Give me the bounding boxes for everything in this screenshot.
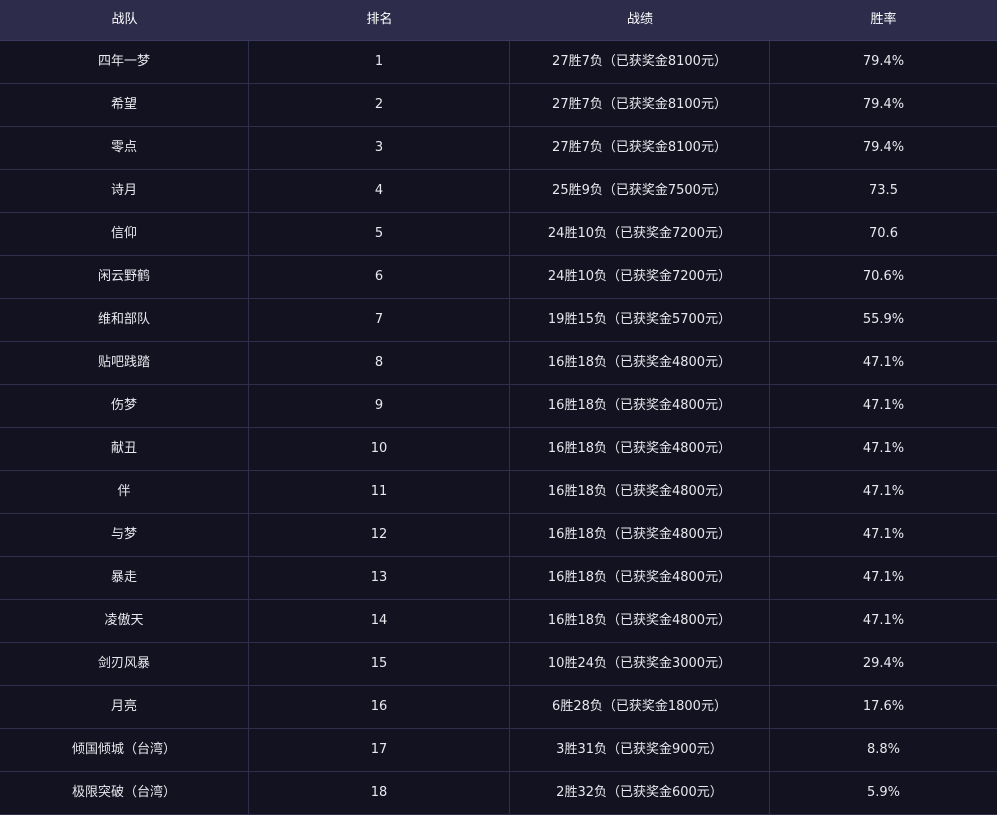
- rank-cell: 16: [249, 686, 510, 728]
- record-cell: 16胜18负（已获奖金4800元）: [510, 557, 770, 599]
- record-cell: 16胜18负（已获奖金4800元）: [510, 342, 770, 384]
- team-cell: 剑刃风暴: [0, 643, 249, 685]
- win-rate-cell: 17.6%: [862, 699, 905, 714]
- rank-cell: 15: [249, 643, 510, 685]
- team-cell: 倾国倾城（台湾）: [0, 729, 249, 771]
- table-row: 希望 2 27胜7负（已获奖金8100元） 79.4%: [0, 84, 997, 127]
- table-header-row: 战队 排名 战绩 胜率: [0, 0, 997, 41]
- team-cell: 诗月: [0, 170, 249, 212]
- record-cell: 16胜18负（已获奖金4800元）: [510, 385, 770, 427]
- record-cell: 27胜7负（已获奖金8100元）: [510, 41, 770, 83]
- win-rate-cell: 29.4%: [862, 656, 905, 671]
- rank-cell: 1: [249, 41, 510, 83]
- win-rate-cell: 47.1%: [862, 398, 905, 413]
- table-row: 贴吧践踏 8 16胜18负（已获奖金4800元） 47.1%: [0, 342, 997, 385]
- table-row: 伴 11 16胜18负（已获奖金4800元） 47.1%: [0, 471, 997, 514]
- win-rate-cell: 47.1%: [862, 355, 905, 370]
- table-row: 维和部队 7 19胜15负（已获奖金5700元） 55.9%: [0, 299, 997, 342]
- table-row: 暴走 13 16胜18负（已获奖金4800元） 47.1%: [0, 557, 997, 600]
- team-cell: 四年一梦: [0, 41, 249, 83]
- rank-cell: 2: [249, 84, 510, 126]
- rank-cell: 3: [249, 127, 510, 169]
- rank-cell: 11: [249, 471, 510, 513]
- team-cell: 伴: [0, 471, 249, 513]
- record-cell: 25胜9负（已获奖金7500元）: [510, 170, 770, 212]
- team-cell: 暴走: [0, 557, 249, 599]
- table-row: 月亮 16 6胜28负（已获奖金1800元） 17.6%: [0, 686, 997, 729]
- team-cell: 献丑: [0, 428, 249, 470]
- record-cell: 24胜10负（已获奖金7200元）: [510, 256, 770, 298]
- record-cell: 16胜18负（已获奖金4800元）: [510, 428, 770, 470]
- rank-cell: 10: [249, 428, 510, 470]
- rank-cell: 6: [249, 256, 510, 298]
- column-header-win-rate[interactable]: 胜率: [770, 0, 997, 40]
- table-row: 信仰 5 24胜10负（已获奖金7200元） 70.6: [0, 213, 997, 256]
- win-rate-cell: 55.9%: [862, 312, 905, 327]
- team-cell: 与梦: [0, 514, 249, 556]
- rank-cell: 9: [249, 385, 510, 427]
- table-row: 闲云野鹤 6 24胜10负（已获奖金7200元） 70.6%: [0, 256, 997, 299]
- column-header-record[interactable]: 战绩: [510, 0, 770, 40]
- table-row: 极限突破（台湾） 18 2胜32负（已获奖金600元） 5.9%: [0, 772, 997, 815]
- table-row: 诗月 4 25胜9负（已获奖金7500元） 73.5: [0, 170, 997, 213]
- table-row: 凌傲天 14 16胜18负（已获奖金4800元） 47.1%: [0, 600, 997, 643]
- record-cell: 6胜28负（已获奖金1800元）: [510, 686, 770, 728]
- win-rate-cell: 8.8%: [866, 742, 901, 757]
- rank-cell: 13: [249, 557, 510, 599]
- team-cell: 闲云野鹤: [0, 256, 249, 298]
- win-rate-cell: 47.1%: [862, 441, 905, 456]
- record-cell: 24胜10负（已获奖金7200元）: [510, 213, 770, 255]
- rank-cell: 14: [249, 600, 510, 642]
- standings-table: 战队 排名 战绩 胜率 四年一梦 1 27胜7负（已获奖金8100元） 79.4% 希望…: [0, 0, 997, 815]
- win-rate-cell: 47.1%: [862, 527, 905, 542]
- win-rate-cell: 47.1%: [862, 570, 905, 585]
- team-cell: 伤梦: [0, 385, 249, 427]
- rank-cell: 12: [249, 514, 510, 556]
- team-cell: 月亮: [0, 686, 249, 728]
- team-cell: 希望: [0, 84, 249, 126]
- table-row: 与梦 12 16胜18负（已获奖金4800元） 47.1%: [0, 514, 997, 557]
- win-rate-cell: 79.4%: [862, 97, 905, 112]
- win-rate-cell: 73.5: [869, 183, 898, 198]
- team-cell: 贴吧践踏: [0, 342, 249, 384]
- team-cell: 信仰: [0, 213, 249, 255]
- record-cell: 16胜18负（已获奖金4800元）: [510, 514, 770, 556]
- team-cell: 凌傲天: [0, 600, 249, 642]
- table-row: 献丑 10 16胜18负（已获奖金4800元） 47.1%: [0, 428, 997, 471]
- rank-cell: 5: [249, 213, 510, 255]
- rank-cell: 17: [249, 729, 510, 771]
- win-rate-cell: 79.4%: [862, 54, 905, 69]
- team-cell: 零点: [0, 127, 249, 169]
- rank-cell: 7: [249, 299, 510, 341]
- table-row: 四年一梦 1 27胜7负（已获奖金8100元） 79.4%: [0, 41, 997, 84]
- win-rate-cell: 47.1%: [862, 613, 905, 628]
- rank-cell: 4: [249, 170, 510, 212]
- table-row: 零点 3 27胜7负（已获奖金8100元） 79.4%: [0, 127, 997, 170]
- column-header-rank[interactable]: 排名: [249, 0, 510, 40]
- table-body: 四年一梦 1 27胜7负（已获奖金8100元） 79.4% 希望 2 27胜7负（已获奖金8…: [0, 41, 997, 815]
- team-cell: 维和部队: [0, 299, 249, 341]
- table-row: 倾国倾城（台湾） 17 3胜31负（已获奖金900元） 8.8%: [0, 729, 997, 772]
- record-cell: 10胜24负（已获奖金3000元）: [510, 643, 770, 685]
- win-rate-cell: 70.6: [869, 226, 898, 241]
- column-header-team[interactable]: 战队: [0, 0, 249, 40]
- win-rate-cell: 47.1%: [862, 484, 905, 499]
- win-rate-cell: 70.6%: [862, 269, 905, 284]
- table-row: 剑刃风暴 15 10胜24负（已获奖金3000元） 29.4%: [0, 643, 997, 686]
- win-rate-cell: 79.4%: [862, 140, 905, 155]
- record-cell: 3胜31负（已获奖金900元）: [510, 729, 770, 771]
- record-cell: 16胜18负（已获奖金4800元）: [510, 600, 770, 642]
- record-cell: 16胜18负（已获奖金4800元）: [510, 471, 770, 513]
- record-cell: 19胜15负（已获奖金5700元）: [510, 299, 770, 341]
- record-cell: 27胜7负（已获奖金8100元）: [510, 127, 770, 169]
- rank-cell: 8: [249, 342, 510, 384]
- record-cell: 27胜7负（已获奖金8100元）: [510, 84, 770, 126]
- table-row: 伤梦 9 16胜18负（已获奖金4800元） 47.1%: [0, 385, 997, 428]
